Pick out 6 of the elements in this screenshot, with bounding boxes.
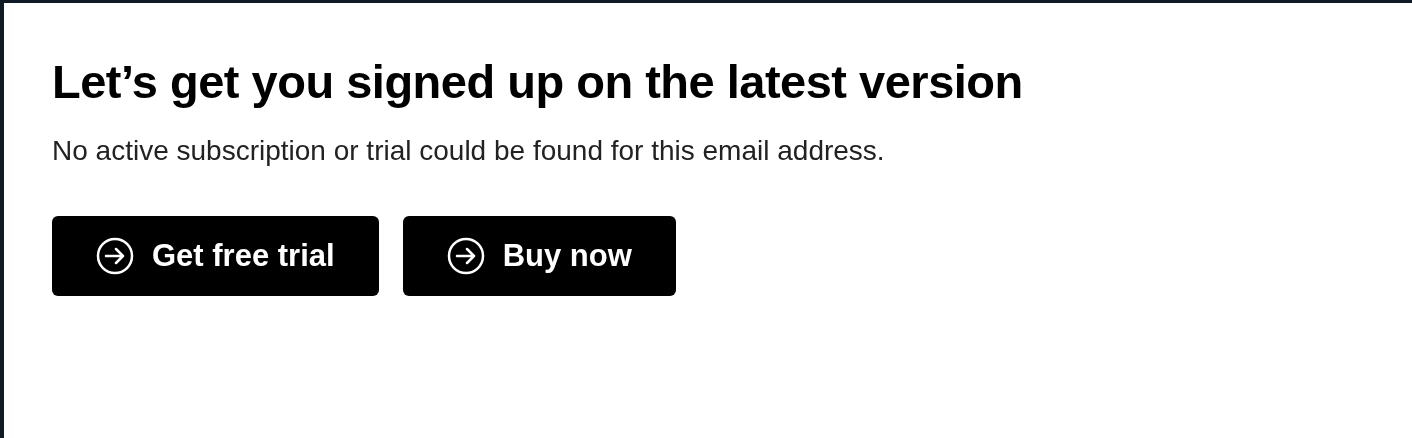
buy-button[interactable]: Buy now <box>402 215 676 296</box>
arrow-circle-icon <box>96 236 134 275</box>
arrow-circle-icon <box>446 236 485 275</box>
dialog-heading: Let’s get you signed up on the latest version <box>52 54 1024 110</box>
message-text: No active subscription or trial could be found for this email address. <box>52 133 886 168</box>
trial-button[interactable]: Get free trial <box>52 215 379 296</box>
